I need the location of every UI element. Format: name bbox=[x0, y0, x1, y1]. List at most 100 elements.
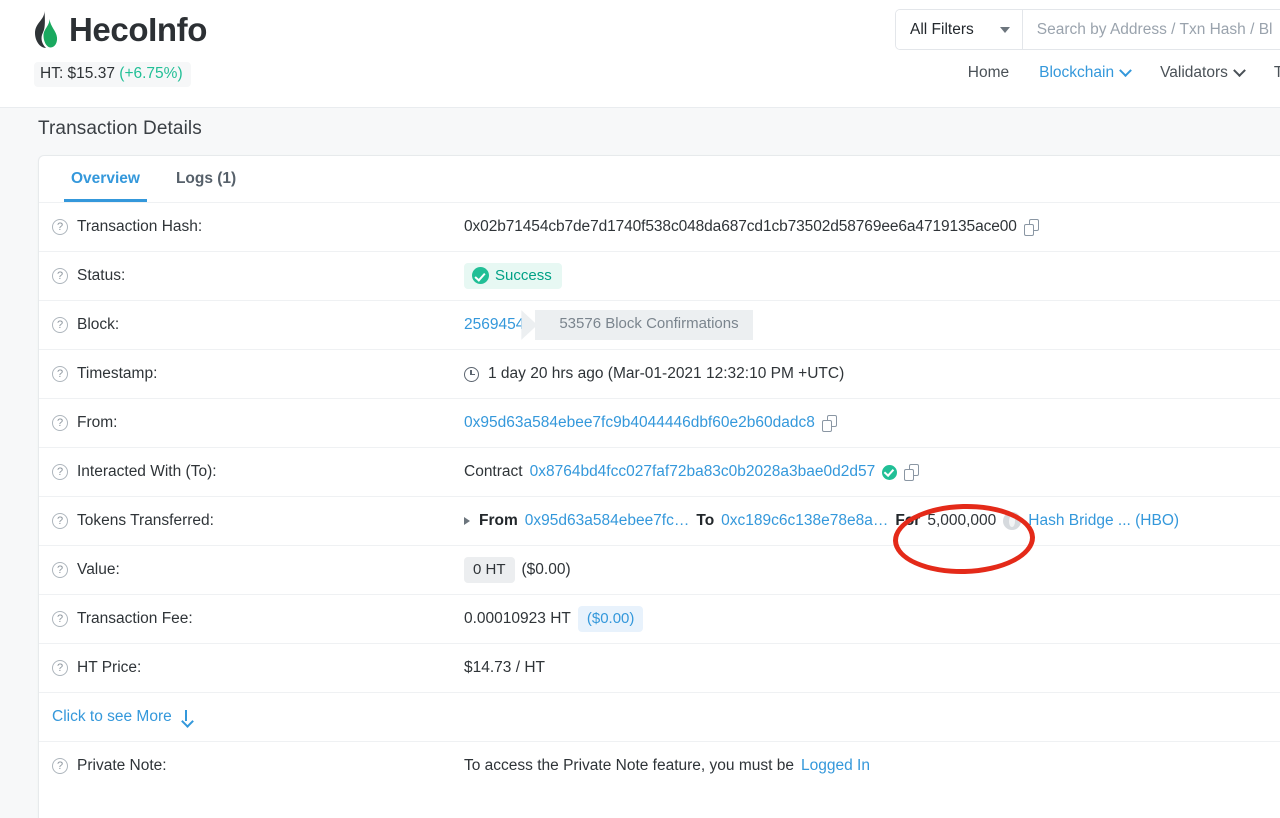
token-name-link[interactable]: Hash Bridge ... (HBO) bbox=[1028, 512, 1179, 530]
nav-item-home[interactable]: Home bbox=[968, 64, 1009, 82]
row-label-private-note: ? Private Note: bbox=[39, 757, 464, 775]
nav-item-validators[interactable]: Validators bbox=[1160, 64, 1244, 82]
all-filters-label: All Filters bbox=[910, 21, 974, 39]
token-for-label: For bbox=[895, 512, 920, 530]
status-text: Success bbox=[495, 267, 552, 284]
help-icon[interactable]: ? bbox=[52, 317, 68, 333]
help-icon[interactable]: ? bbox=[52, 562, 68, 578]
token-from-label: From bbox=[479, 512, 518, 530]
token-to-label: To bbox=[696, 512, 714, 530]
nav-item-tokens[interactable]: Tok bbox=[1274, 64, 1280, 82]
ht-price-change: (+6.75%) bbox=[119, 65, 182, 82]
help-icon[interactable]: ? bbox=[52, 513, 68, 529]
token-to-address-link[interactable]: 0xc189c6c138e78e8a… bbox=[721, 512, 888, 530]
help-icon[interactable]: ? bbox=[52, 219, 68, 235]
help-icon[interactable]: ? bbox=[52, 660, 68, 676]
chevron-down-icon bbox=[1000, 27, 1010, 33]
contract-prefix: Contract bbox=[464, 463, 523, 481]
row-value-ht-price: $14.73 / HT bbox=[464, 659, 1280, 677]
nav-label-validators: Validators bbox=[1160, 64, 1228, 82]
label-text: Block: bbox=[77, 316, 119, 334]
from-address-link[interactable]: 0x95d63a584ebee7fc9b4044446dbf60e2b60dad… bbox=[464, 414, 815, 432]
tab-bar: Overview Logs (1) bbox=[39, 156, 1280, 202]
label-text: From: bbox=[77, 414, 117, 432]
brand-logo[interactable]: HecoInfo bbox=[31, 10, 207, 50]
label-text: Tokens Transferred: bbox=[77, 512, 214, 530]
ht-price-ticker[interactable]: HT: $15.37 (+6.75%) bbox=[34, 62, 191, 87]
label-text: Value: bbox=[77, 561, 120, 579]
help-icon[interactable]: ? bbox=[52, 415, 68, 431]
ht-price-value: HT: $15.37 bbox=[40, 65, 115, 82]
copy-icon[interactable] bbox=[822, 415, 837, 432]
details-rows: ? Transaction Hash: 0x02b71454cb7de7d174… bbox=[39, 202, 1280, 790]
help-icon[interactable]: ? bbox=[52, 366, 68, 382]
row-label-tokens-transferred: ? Tokens Transferred: bbox=[39, 512, 464, 530]
check-circle-icon bbox=[472, 267, 489, 284]
row-value: ? Value: 0 HT ($0.00) bbox=[39, 545, 1280, 594]
row-see-more: Click to see More bbox=[39, 692, 1280, 741]
chevron-down-icon bbox=[1119, 64, 1132, 77]
all-filters-dropdown[interactable]: All Filters bbox=[896, 10, 1023, 49]
status-badge: Success bbox=[464, 263, 562, 289]
label-text: Interacted With (To): bbox=[77, 463, 217, 481]
fee-usd-badge: ($0.00) bbox=[578, 606, 644, 632]
private-note-text: To access the Private Note feature, you … bbox=[464, 757, 794, 775]
row-private-note: ? Private Note: To access the Private No… bbox=[39, 741, 1280, 790]
row-label-block: ? Block: bbox=[39, 316, 464, 334]
page-title: Transaction Details bbox=[38, 118, 202, 140]
tab-logs[interactable]: Logs (1) bbox=[158, 156, 254, 202]
click-to-see-more-button[interactable]: Click to see More bbox=[39, 708, 192, 726]
help-icon[interactable]: ? bbox=[52, 611, 68, 627]
help-icon[interactable]: ? bbox=[52, 464, 68, 480]
tab-logs-label: Logs (1) bbox=[176, 170, 236, 188]
search-input[interactable] bbox=[1023, 10, 1280, 49]
tab-overview[interactable]: Overview bbox=[53, 156, 158, 202]
row-label-ht-price: ? HT Price: bbox=[39, 659, 464, 677]
transaction-hash-value: 0x02b71454cb7de7d1740f538c048da687cd1cb7… bbox=[464, 218, 1017, 236]
contract-address-link[interactable]: 0x8764bd4fcc027faf72ba83c0b2028a3bae0d2d… bbox=[530, 463, 876, 481]
timestamp-value: 1 day 20 hrs ago (Mar-01-2021 12:32:10 P… bbox=[488, 365, 844, 383]
row-label-from: ? From: bbox=[39, 414, 464, 432]
transaction-details-card: Overview Logs (1) ? Transaction Hash: 0x… bbox=[38, 155, 1280, 818]
row-label-timestamp: ? Timestamp: bbox=[39, 365, 464, 383]
verified-contract-icon bbox=[882, 465, 897, 480]
row-interacted-with: ? Interacted With (To): Contract 0x8764b… bbox=[39, 447, 1280, 496]
row-tokens-transferred: ? Tokens Transferred: From 0x95d63a584eb… bbox=[39, 496, 1280, 545]
help-icon[interactable]: ? bbox=[52, 758, 68, 774]
token-from-address-link[interactable]: 0x95d63a584ebee7fc… bbox=[525, 512, 690, 530]
ht-price-value: $14.73 / HT bbox=[464, 659, 545, 677]
logged-in-link[interactable]: Logged In bbox=[801, 757, 870, 775]
row-value-interacted-with: Contract 0x8764bd4fcc027faf72ba83c0b2028… bbox=[464, 463, 1280, 481]
top-header: HecoInfo HT: $15.37 (+6.75%) All Filters… bbox=[0, 0, 1280, 108]
page-root: HecoInfo HT: $15.37 (+6.75%) All Filters… bbox=[0, 0, 1280, 818]
row-label-transaction-fee: ? Transaction Fee: bbox=[39, 610, 464, 628]
search-bar: All Filters bbox=[895, 9, 1280, 50]
fee-amount: 0.00010923 HT bbox=[464, 610, 571, 628]
row-value-timestamp: 1 day 20 hrs ago (Mar-01-2021 12:32:10 P… bbox=[464, 365, 1280, 383]
nav-item-blockchain[interactable]: Blockchain bbox=[1039, 64, 1130, 82]
help-icon[interactable]: ? bbox=[52, 268, 68, 284]
token-amount: 5,000,000 bbox=[927, 512, 996, 530]
row-value-value: 0 HT ($0.00) bbox=[464, 557, 1280, 583]
label-text: Timestamp: bbox=[77, 365, 157, 383]
copy-icon[interactable] bbox=[1024, 219, 1039, 236]
row-value-tokens-transferred: From 0x95d63a584ebee7fc… To 0xc189c6c138… bbox=[464, 512, 1280, 530]
copy-icon[interactable] bbox=[904, 464, 919, 481]
label-text: Private Note: bbox=[77, 757, 167, 775]
row-status: ? Status: Success bbox=[39, 251, 1280, 300]
row-label-transaction-hash: ? Transaction Hash: bbox=[39, 218, 464, 236]
main-nav: Home Blockchain Validators Tok bbox=[968, 64, 1280, 82]
row-transaction-hash: ? Transaction Hash: 0x02b71454cb7de7d174… bbox=[39, 202, 1280, 251]
row-timestamp: ? Timestamp: 1 day 20 hrs ago (Mar-01-20… bbox=[39, 349, 1280, 398]
nav-label-blockchain: Blockchain bbox=[1039, 64, 1114, 82]
row-from: ? From: 0x95d63a584ebee7fc9b4044446dbf60… bbox=[39, 398, 1280, 447]
block-number-link[interactable]: 2569454 bbox=[464, 316, 524, 334]
clock-icon bbox=[464, 367, 479, 382]
label-text: Transaction Hash: bbox=[77, 218, 202, 236]
triangle-right-icon[interactable] bbox=[464, 517, 470, 525]
nav-label-tokens: Tok bbox=[1274, 64, 1280, 82]
row-ht-price: ? HT Price: $14.73 / HT bbox=[39, 643, 1280, 692]
arrow-down-icon bbox=[181, 710, 192, 725]
row-value-transaction-hash: 0x02b71454cb7de7d1740f538c048da687cd1cb7… bbox=[464, 218, 1280, 236]
nav-label-home: Home bbox=[968, 64, 1009, 82]
